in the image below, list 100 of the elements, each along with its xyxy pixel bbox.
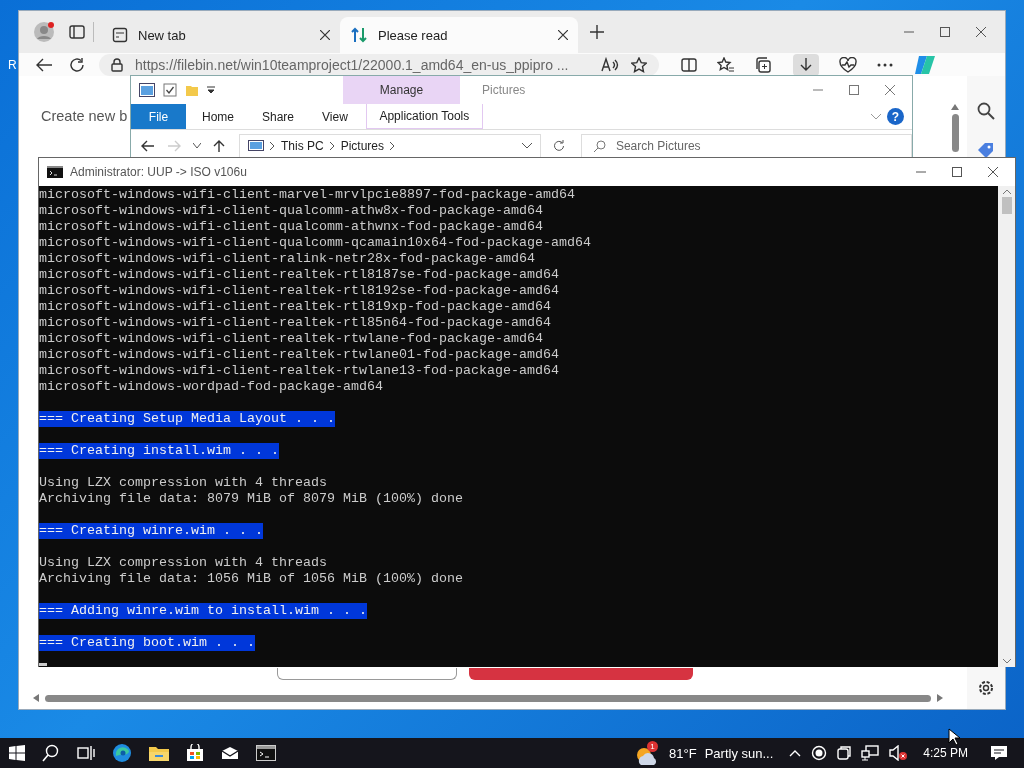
more-icon[interactable]: [877, 62, 893, 67]
window-title: Administrator: UUP -> ISO v106u: [70, 165, 247, 179]
weather-icon[interactable]: 1: [635, 740, 662, 766]
console-output-line: Using LZX compression with 4 threads: [39, 555, 327, 571]
desktop-icon-label[interactable]: R: [8, 58, 17, 72]
back-icon[interactable]: [141, 140, 155, 152]
lock-icon: [111, 57, 123, 72]
mouse-pointer-icon: [948, 728, 960, 746]
console-output-line: microsoft-windows-wifi-client-ralink-netr28x-fod-package-amd64: [39, 251, 535, 267]
chevron-up-icon[interactable]: [789, 749, 802, 757]
ribbon-tab[interactable]: Home: [188, 104, 248, 129]
favorites-icon[interactable]: [717, 56, 735, 73]
maximize-icon[interactable]: [952, 167, 962, 177]
ribbon-tab[interactable]: File: [131, 104, 186, 129]
close-icon[interactable]: [320, 30, 330, 40]
new-tab-page-icon: [112, 27, 128, 43]
split-screen-icon[interactable]: [681, 56, 697, 73]
breadcrumb-chevron-icon: [270, 142, 275, 150]
computer-icon: [248, 140, 264, 152]
breadcrumb-chevron-icon: [329, 142, 335, 150]
clock[interactable]: 4:25 PM: [923, 746, 968, 760]
settings-icon[interactable]: [977, 679, 995, 697]
window-icon[interactable]: [139, 83, 155, 97]
store-icon[interactable]: [186, 744, 204, 762]
back-icon[interactable]: [35, 56, 53, 73]
start-icon[interactable]: [9, 745, 25, 761]
ribbon-tab[interactable]: Application Tools: [365, 104, 483, 129]
search-icon[interactable]: [977, 102, 995, 120]
refresh-icon[interactable]: [552, 140, 565, 152]
record-icon[interactable]: [811, 745, 828, 761]
horizontal-scrollbar-thumb[interactable]: [45, 694, 931, 702]
properties-icon[interactable]: [163, 83, 177, 97]
console-output-line: microsoft-windows-wifi-client-realtek-rtwlane-fod-package-amd64: [39, 331, 543, 347]
tag-icon[interactable]: [977, 142, 995, 158]
maximize-icon[interactable]: [940, 27, 950, 37]
console-output-line: Archiving file data: 1056 MiB of 1056 MiB (100%) done: [39, 571, 463, 587]
console-output-line: Using LZX compression with 4 threads: [39, 475, 327, 491]
read-aloud-icon[interactable]: [601, 56, 619, 73]
refresh-icon[interactable]: [69, 56, 85, 73]
browser-tab[interactable]: New tab: [102, 17, 340, 53]
task-view-icon[interactable]: [77, 745, 95, 761]
close-icon[interactable]: [988, 167, 998, 177]
search-icon: [593, 140, 606, 152]
favorite-star-icon[interactable]: [631, 56, 647, 73]
vertical-scrollbar-thumb[interactable]: [951, 114, 959, 152]
ribbon-tab[interactable]: Share: [248, 104, 309, 129]
breadcrumb-chevron-icon: [390, 142, 396, 150]
scroll-up-icon[interactable]: [951, 104, 959, 110]
console-output-line: microsoft-windows-wordpad-fod-package-amd64: [39, 379, 383, 395]
browser-icon[interactable]: [112, 743, 132, 763]
temperature-label: 81°F: [669, 745, 697, 761]
context-tab-header: Manage: [343, 76, 460, 104]
help-button[interactable]: ?: [887, 108, 904, 125]
console-output-line: microsoft-windows-wifi-client-realtek-rtl85n64-fod-package-amd64: [39, 315, 551, 331]
scroll-right-icon[interactable]: [937, 694, 943, 702]
volume-muted-icon[interactable]: [889, 745, 908, 761]
collections-icon[interactable]: [755, 56, 773, 73]
tab-actions-icon[interactable]: [69, 24, 85, 40]
console-output-line: microsoft-windows-wifi-client-qualcomm-athwnx-fod-package-amd64: [39, 219, 543, 235]
file-explorer-icon[interactable]: [149, 745, 169, 761]
console-output-line: Archiving file data: 8079 MiB of 8079 MiB (100%) done: [39, 491, 463, 507]
collapse-ribbon-icon[interactable]: [871, 113, 881, 120]
console-output-line: microsoft-windows-wifi-client-qualcomm-athw8x-fod-package-amd64: [39, 203, 543, 219]
page-heading: Create new b: [41, 108, 128, 124]
ribbon-tab[interactable]: View: [308, 104, 362, 129]
scroll-down-icon[interactable]: [1002, 659, 1011, 664]
notification-badge: 1: [647, 740, 659, 752]
command-prompt-icon: [47, 166, 63, 178]
scroll-left-icon[interactable]: [33, 694, 39, 702]
address-bar[interactable]: https://filebin.net/win10teamproject1/22000.1_amd64_en-us_ppipro ...: [99, 53, 659, 76]
close-icon[interactable]: [558, 30, 568, 40]
new-tab-icon[interactable]: [590, 25, 604, 39]
vertical-scrollbar-thumb[interactable]: [1001, 197, 1012, 214]
console-output-line: microsoft-windows-wifi-client-realtek-rtl8187se-fod-package-amd64: [39, 267, 559, 283]
console-output-line: microsoft-windows-wifi-client-marvel-mrvlpcie8897-fod-package-amd64: [39, 187, 575, 203]
maximize-icon[interactable]: [849, 85, 859, 95]
network-icon[interactable]: [861, 745, 880, 761]
close-icon[interactable]: [976, 27, 986, 37]
weather-summary: Partly sun...: [704, 745, 774, 761]
console-output-line: microsoft-windows-wifi-client-qualcomm-qcamain10x64-fod-package-amd64: [39, 235, 591, 251]
quick-access-dropdown-icon[interactable]: [207, 86, 215, 94]
recent-locations-icon[interactable]: [193, 143, 201, 149]
console-output-line: microsoft-windows-wifi-client-realtek-rtwlane13-fod-package-amd64: [39, 363, 559, 379]
address-dropdown-icon[interactable]: [521, 143, 532, 149]
download-icon[interactable]: [799, 56, 813, 73]
meet-icon[interactable]: [837, 745, 852, 761]
notifications-icon[interactable]: [990, 745, 1008, 761]
copilot-icon[interactable]: [913, 53, 935, 76]
health-heart-icon[interactable]: [839, 56, 857, 73]
console-output-line: microsoft-windows-wifi-client-realtek-rtwlane01-fod-package-amd64: [39, 347, 559, 363]
scroll-up-icon[interactable]: [1002, 189, 1011, 194]
profile-avatar-icon[interactable]: [33, 21, 55, 43]
command-prompt-icon[interactable]: [256, 745, 276, 761]
search-icon[interactable]: [42, 744, 60, 762]
console-output-line: microsoft-windows-wifi-client-realtek-rtl819xp-fod-package-amd64: [39, 299, 551, 315]
text-cursor: [39, 663, 47, 666]
browser-tab[interactable]: Please read: [340, 17, 578, 53]
outlined-button[interactable]: [277, 668, 457, 680]
mail-icon[interactable]: [221, 746, 239, 760]
up-icon[interactable]: [213, 139, 225, 153]
